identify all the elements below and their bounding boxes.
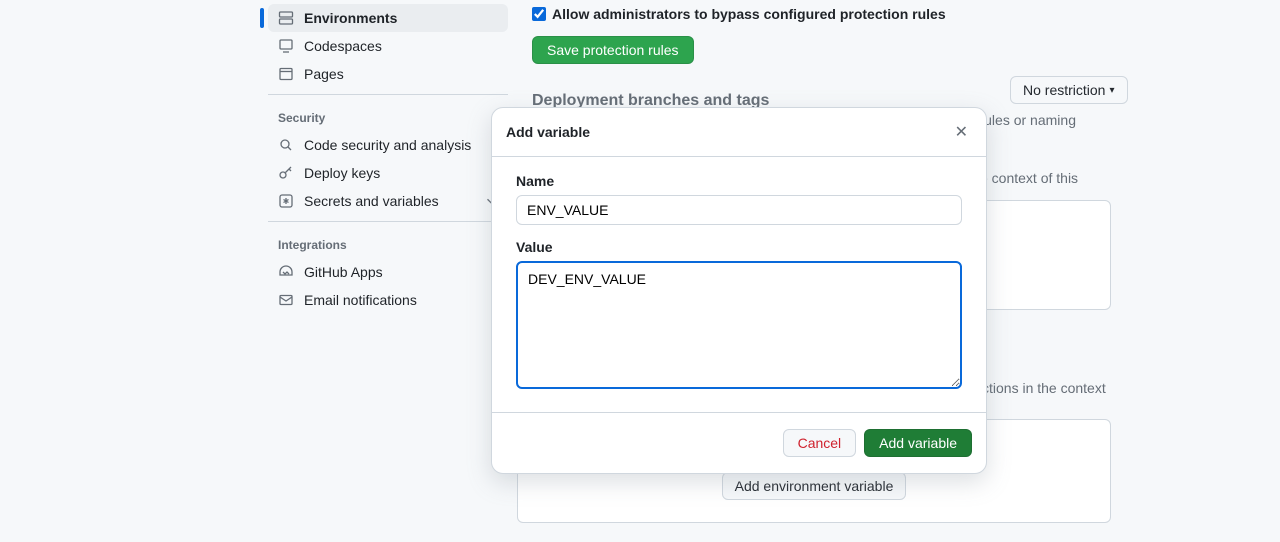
close-icon: ✕: [955, 124, 968, 141]
no-restriction-dropdown[interactable]: No restriction ▾: [1010, 76, 1128, 104]
server-icon: [278, 10, 294, 26]
sidebar-item-environments[interactable]: Environments: [268, 4, 508, 32]
bypass-checkbox-row[interactable]: Allow administrators to bypass configure…: [532, 6, 1132, 22]
sidebar-heading-security: Security: [268, 101, 508, 131]
hubot-icon: [278, 264, 294, 280]
modal-header: Add variable ✕: [492, 108, 986, 157]
value-label: Value: [516, 239, 962, 255]
sidebar-item-pages[interactable]: Pages: [268, 60, 508, 88]
sidebar-item-github-apps[interactable]: GitHub Apps: [268, 258, 508, 286]
sidebar-item-label: Deploy keys: [304, 165, 380, 181]
no-restriction-label: No restriction: [1023, 82, 1105, 98]
shield-scan-icon: [278, 137, 294, 153]
codespaces-icon: [278, 38, 294, 54]
asterisk-icon: [278, 193, 294, 209]
sidebar-item-label: Email notifications: [304, 292, 417, 308]
caret-down-icon: ▾: [1109, 85, 1114, 96]
value-textarea[interactable]: <span></span>: [516, 261, 962, 389]
sidebar-item-label: Codespaces: [304, 38, 382, 54]
context-text-fragment: e context of this: [980, 170, 1100, 186]
sidebar-item-label: Code security and analysis: [304, 137, 471, 153]
sidebar-item-label: Pages: [304, 66, 344, 82]
close-button[interactable]: ✕: [951, 118, 972, 146]
sidebar-item-code-security[interactable]: Code security and analysis: [268, 131, 508, 159]
bypass-checkbox[interactable]: [532, 7, 546, 21]
sidebar-item-label: Environments: [304, 10, 397, 26]
key-icon: [278, 165, 294, 181]
browser-icon: [278, 66, 294, 82]
sidebar-item-codespaces[interactable]: Codespaces: [268, 32, 508, 60]
save-protection-rules-button[interactable]: Save protection rules: [532, 36, 694, 64]
add-variable-button[interactable]: Add variable: [864, 429, 972, 457]
mail-icon: [278, 292, 294, 308]
modal-title: Add variable: [506, 124, 590, 140]
cancel-button[interactable]: Cancel: [783, 429, 857, 457]
sidebar-item-email-notifications[interactable]: Email notifications: [268, 286, 508, 314]
sidebar-item-secrets-variables[interactable]: Secrets and variables: [268, 187, 508, 215]
sidebar-item-label: Secrets and variables: [304, 193, 439, 209]
bypass-label: Allow administrators to bypass configure…: [552, 6, 946, 22]
sidebar-item-label: GitHub Apps: [304, 264, 383, 280]
divider: [268, 221, 508, 222]
modal-body: Name Value <span></span>: [492, 157, 986, 412]
name-input[interactable]: [516, 195, 962, 225]
sidebar: Environments Codespaces Pages Security C…: [268, 0, 508, 314]
sidebar-heading-integrations: Integrations: [268, 228, 508, 258]
divider: [268, 94, 508, 95]
sidebar-item-deploy-keys[interactable]: Deploy keys: [268, 159, 508, 187]
name-label: Name: [516, 173, 962, 189]
add-environment-variable-button[interactable]: Add environment variable: [722, 472, 907, 500]
modal-footer: Cancel Add variable: [492, 412, 986, 473]
add-variable-modal: Add variable ✕ Name Value <span></span> …: [491, 107, 987, 474]
